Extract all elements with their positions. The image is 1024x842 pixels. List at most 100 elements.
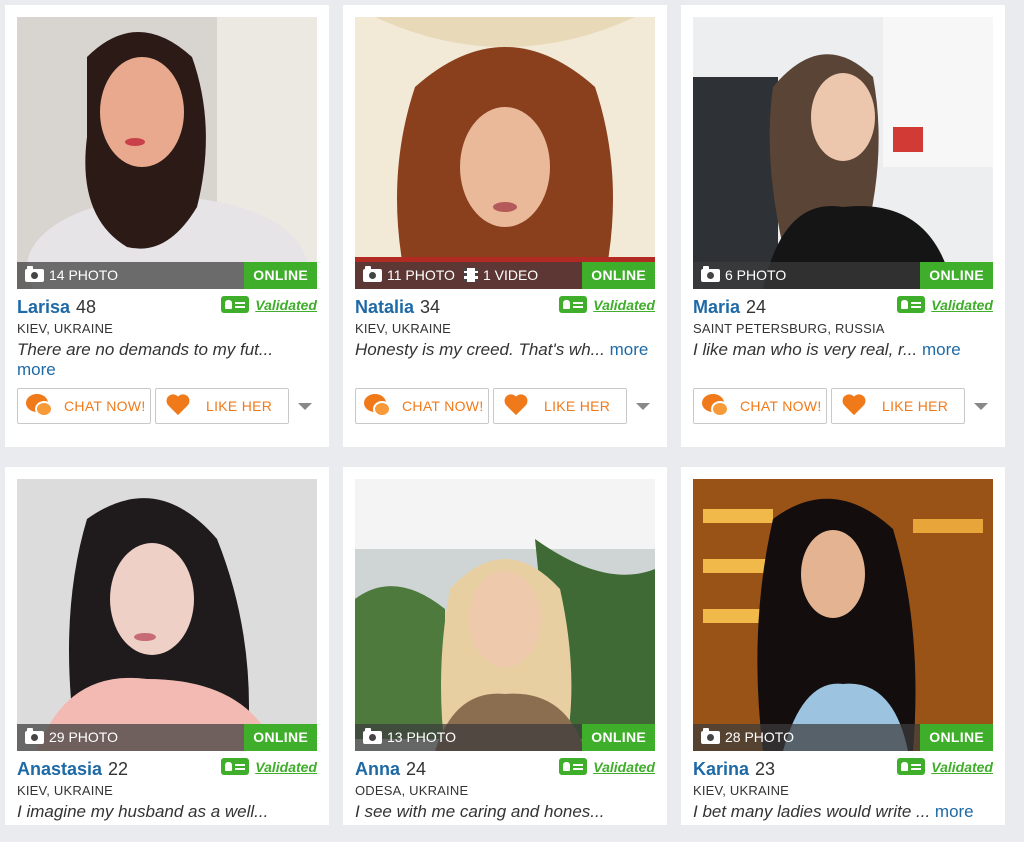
profile-photo[interactable]: 14 PHOTO ONLINE (17, 17, 317, 289)
profile-name[interactable]: Anna (355, 759, 400, 780)
profile-location: KIEV, UKRAINE (17, 783, 114, 798)
profile-location: SAINT PETERSBURG, RUSSIA (693, 321, 885, 336)
validated-link[interactable]: Validated (559, 296, 655, 313)
media-counts[interactable]: 6 PHOTO (701, 265, 787, 283)
media-counts[interactable]: 13 PHOTO (363, 727, 456, 745)
media-counts[interactable]: 29 PHOTO (25, 727, 118, 745)
chat-now-button[interactable]: CHAT NOW! (17, 388, 151, 424)
id-card-icon (221, 296, 250, 313)
bio-text: There are no demands to my fut... (17, 340, 274, 359)
heart-icon (842, 395, 866, 417)
profile-bio: Honesty is my creed. That's wh... more (355, 340, 655, 380)
validated-link[interactable]: Validated (897, 296, 993, 313)
photo-image (355, 479, 655, 751)
id-card-icon (221, 758, 250, 775)
profile-age: 48 (76, 297, 97, 317)
profile-photo[interactable]: 6 PHOTO ONLINE (693, 17, 993, 289)
camera-icon (701, 265, 720, 282)
chat-label: CHAT NOW! (740, 398, 822, 414)
media-counts[interactable]: 14 PHOTO (25, 265, 118, 283)
profile-bio: There are no demands to my fut... more (17, 340, 317, 380)
profile-location: ODESA, UKRAINE (355, 783, 469, 798)
profile-photo[interactable]: 13 PHOTO ONLINE (355, 479, 655, 751)
bio-text: I bet many ladies would write ... (693, 802, 931, 821)
profile-photo[interactable]: 11 PHOTO 1 VIDEO ONLINE (355, 17, 655, 289)
id-card-icon (897, 296, 926, 313)
validated-link[interactable]: Validated (221, 296, 317, 313)
validated-link[interactable]: Validated (221, 758, 317, 775)
media-counts[interactable]: 28 PHOTO (701, 727, 794, 745)
profile-name[interactable]: Natalia (355, 297, 414, 318)
validated-label: Validated (931, 758, 993, 775)
bio-text: I see with me caring and hones... (355, 802, 605, 821)
photo-count: 28 PHOTO (725, 729, 794, 745)
photo-count: 11 PHOTO (387, 267, 455, 283)
id-card-icon (897, 758, 926, 775)
photo-image (693, 17, 993, 289)
chat-now-button[interactable]: CHAT NOW! (355, 388, 489, 424)
chat-icon (702, 394, 730, 418)
like-her-button[interactable]: LIKE HER (493, 388, 627, 424)
profile-location: KIEV, UKRAINE (693, 783, 790, 798)
photo-image (693, 479, 993, 751)
chat-now-button[interactable]: CHAT NOW! (693, 388, 827, 424)
validated-label: Validated (593, 296, 655, 313)
camera-icon (363, 727, 382, 744)
like-label: LIKE HER (882, 398, 949, 414)
more-link[interactable]: more (935, 802, 974, 821)
chevron-down-icon[interactable] (636, 402, 650, 410)
profile-bio: I imagine my husband as a well... (17, 802, 317, 842)
id-card-icon (559, 758, 588, 775)
more-link[interactable]: more (17, 360, 56, 379)
profile-location: KIEV, UKRAINE (17, 321, 114, 336)
video-count: 1 VIDEO (482, 267, 539, 283)
profile-name[interactable]: Maria (693, 297, 740, 318)
like-her-button[interactable]: LIKE HER (155, 388, 289, 424)
validated-label: Validated (931, 296, 993, 313)
camera-icon (363, 265, 382, 282)
photo-image (17, 17, 317, 289)
profile-location: KIEV, UKRAINE (355, 321, 452, 336)
profile-card: 28 PHOTO ONLINE Karina 23 Validated KIEV… (681, 467, 1005, 825)
profile-card: 29 PHOTO ONLINE Anastasia 22 Validated K… (5, 467, 329, 825)
validated-label: Validated (255, 296, 317, 313)
online-badge: ONLINE (582, 724, 655, 751)
profile-grid: 14 PHOTO ONLINE Larisa 48 Validated KIEV… (0, 0, 1024, 825)
like-label: LIKE HER (544, 398, 611, 414)
chat-label: CHAT NOW! (64, 398, 146, 414)
id-card-icon (559, 296, 588, 313)
profile-name[interactable]: Anastasia (17, 759, 102, 780)
validated-link[interactable]: Validated (897, 758, 993, 775)
photo-count: 29 PHOTO (49, 729, 118, 745)
chevron-down-icon[interactable] (974, 402, 988, 410)
online-badge: ONLINE (582, 262, 655, 289)
profile-card: 14 PHOTO ONLINE Larisa 48 Validated KIEV… (5, 5, 329, 447)
online-badge: ONLINE (244, 262, 317, 289)
profile-name[interactable]: Karina (693, 759, 749, 780)
more-link[interactable]: more (610, 340, 649, 359)
photo-count: 6 PHOTO (725, 267, 787, 283)
like-label: LIKE HER (206, 398, 273, 414)
heart-icon (166, 395, 190, 417)
camera-icon (25, 265, 44, 282)
chat-icon (26, 394, 54, 418)
like-her-button[interactable]: LIKE HER (831, 388, 965, 424)
media-counts[interactable]: 11 PHOTO 1 VIDEO (363, 265, 539, 283)
profile-age: 24 (406, 759, 427, 779)
profile-photo[interactable]: 29 PHOTO ONLINE (17, 479, 317, 751)
profile-photo[interactable]: 28 PHOTO ONLINE (693, 479, 993, 751)
profile-card: 6 PHOTO ONLINE Maria 24 Validated SAINT … (681, 5, 1005, 447)
validated-link[interactable]: Validated (559, 758, 655, 775)
more-link[interactable]: more (922, 340, 961, 359)
validated-label: Validated (255, 758, 317, 775)
profile-name[interactable]: Larisa (17, 297, 70, 318)
chevron-down-icon[interactable] (298, 402, 312, 410)
profile-age: 34 (420, 297, 441, 317)
photo-count: 13 PHOTO (387, 729, 456, 745)
camera-icon (25, 727, 44, 744)
online-badge: ONLINE (920, 724, 993, 751)
bio-text: I imagine my husband as a well... (17, 802, 269, 821)
bio-text: I like man who is very real, r... (693, 340, 918, 359)
profile-bio: I like man who is very real, r... more (693, 340, 993, 380)
bio-text: Honesty is my creed. That's wh... (355, 340, 605, 359)
